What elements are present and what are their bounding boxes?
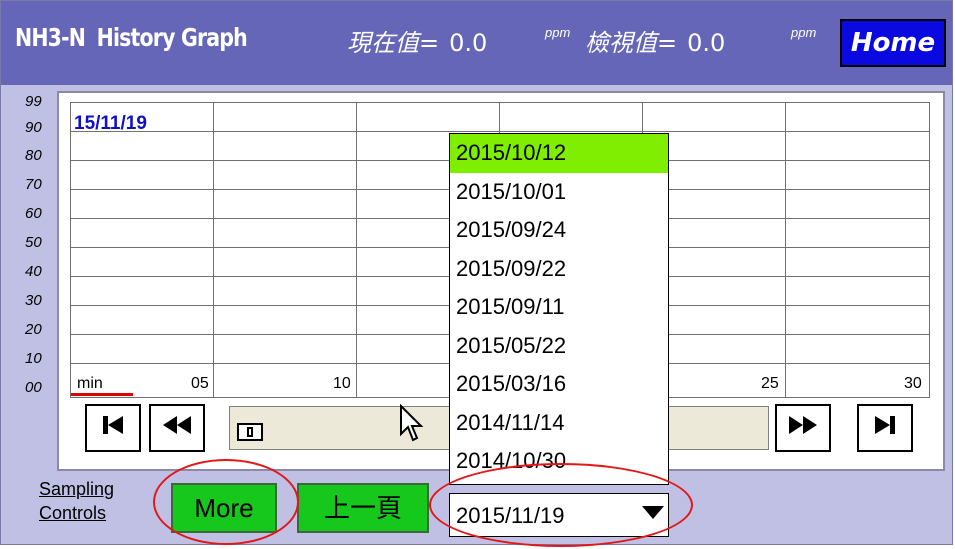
grid-line (356, 102, 357, 398)
y-tick-label: 10 (25, 350, 42, 367)
y-tick-label: 30 (25, 292, 42, 309)
y-tick-label: 00 (25, 379, 42, 396)
grid-line (785, 102, 786, 398)
sampling-label-line2: Controls (39, 503, 107, 523)
skip-to-start-icon (103, 416, 123, 434)
y-tick-label: 40 (25, 263, 42, 280)
highlight-circle-date-select (429, 463, 693, 547)
date-option[interactable]: 2015/09/22 (450, 250, 668, 289)
x-tick-label: 10 (333, 375, 351, 392)
y-tick-label: 70 (25, 176, 42, 193)
home-button[interactable]: Home (840, 19, 946, 67)
date-option[interactable]: 2014/11/14 (450, 404, 668, 443)
date-dropdown-list[interactable]: 2015/10/12 2015/10/01 2015/09/24 2015/09… (449, 133, 669, 485)
date-option[interactable]: 2015/09/24 (450, 211, 668, 250)
previous-page-button[interactable]: 上一頁 (297, 483, 429, 533)
current-value: 0.0 (449, 29, 488, 57)
y-tick-label: 90 (25, 119, 42, 136)
skip-to-end-icon (875, 416, 895, 434)
page-title: NH3-N History Graph (15, 23, 248, 52)
y-tick-label: 20 (25, 321, 42, 338)
date-option[interactable]: 2015/10/01 (450, 173, 668, 212)
app-frame: NH3-N History Graph 現在值= 0.0 ppm 檢視值= 0.0 p… (0, 0, 953, 547)
x-tick-label: 25 (761, 375, 779, 392)
highlight-circle-more (153, 459, 299, 545)
fast-forward-button[interactable] (775, 404, 831, 452)
view-unit: ppm (791, 25, 817, 40)
view-value-readout: 檢視值= 0.0 (585, 23, 725, 58)
mouse-pointer-icon (400, 404, 424, 442)
x-tick-label-min: min (77, 375, 103, 392)
current-unit: ppm (545, 25, 571, 40)
title-parameter: NH3-N (15, 23, 86, 52)
min-label-underline (71, 393, 133, 396)
y-tick-label: 80 (25, 147, 42, 164)
sampling-label-line1: Sampling (39, 479, 115, 499)
sampling-controls-link[interactable]: Sampling Controls (39, 477, 114, 525)
first-page-button[interactable] (85, 404, 141, 452)
y-tick-label: 60 (25, 205, 42, 222)
scroll-thumb-icon[interactable] (237, 423, 263, 441)
y-tick-label: 50 (25, 234, 42, 251)
current-value-readout: 現在值= 0.0 (347, 23, 487, 58)
title-bar: NH3-N History Graph 現在值= 0.0 ppm 檢視值= 0.0 p… (1, 1, 952, 85)
date-option-selected[interactable]: 2015/10/12 (450, 134, 668, 173)
grid-line (213, 102, 214, 398)
fast-forward-icon (789, 416, 817, 434)
x-tick-label: 05 (191, 375, 209, 392)
date-option[interactable]: 2015/03/16 (450, 365, 668, 404)
rewind-icon (163, 416, 191, 434)
title-subtitle: History Graph (96, 23, 248, 52)
view-value-label: 檢視值= (585, 29, 678, 57)
graph-date-label: 15/11/19 (74, 113, 147, 134)
last-page-button[interactable] (857, 404, 913, 452)
current-value-label: 現在值= (347, 29, 440, 57)
y-tick-label: 99 (25, 93, 42, 110)
date-option[interactable]: 2015/05/22 (450, 327, 668, 366)
view-value: 0.0 (687, 29, 726, 57)
x-tick-label: 30 (904, 375, 922, 392)
rewind-button[interactable] (149, 404, 205, 452)
grid-line (70, 131, 930, 132)
date-option[interactable]: 2015/09/11 (450, 288, 668, 327)
